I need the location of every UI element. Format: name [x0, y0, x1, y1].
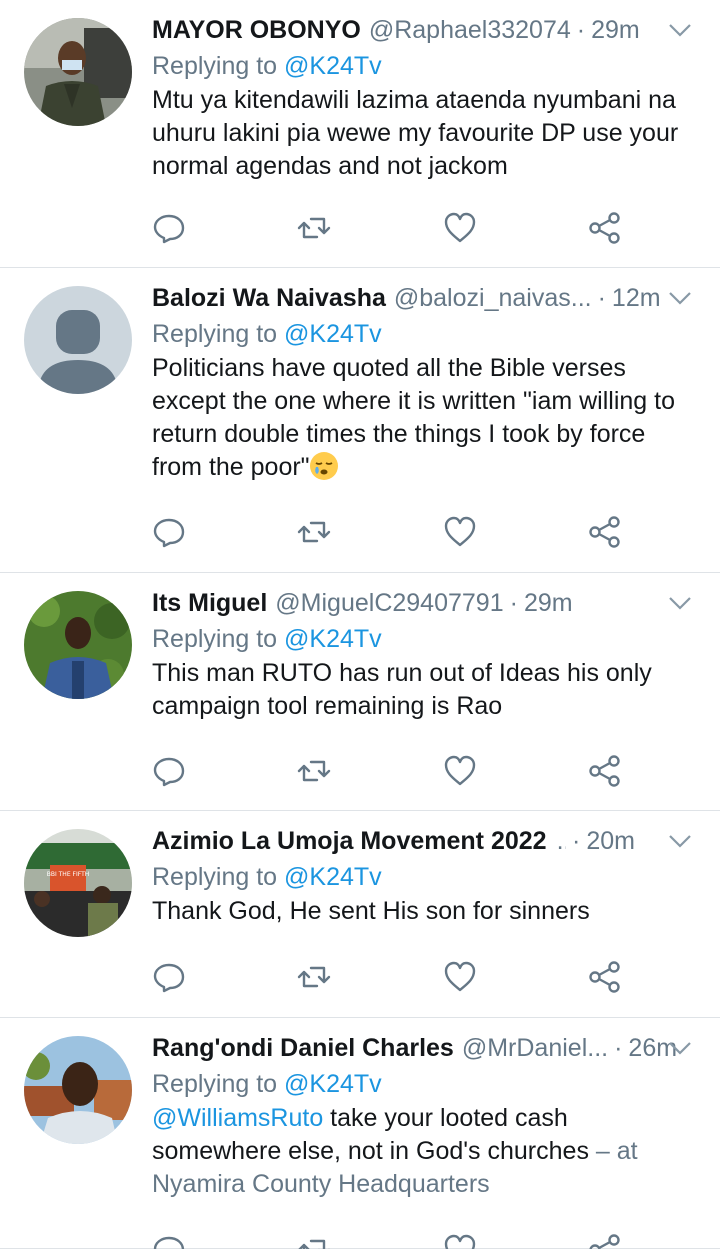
- author-name[interactable]: MAYOR OBONYO: [152, 14, 361, 46]
- replying-label: Replying to: [152, 863, 278, 891]
- replying-mention-link[interactable]: @K24Tv: [284, 863, 382, 891]
- sleepy-face-emoji: [309, 452, 338, 480]
- author-name[interactable]: Azimio La Umoja Movement 2022: [152, 825, 547, 857]
- separator: ·: [576, 16, 586, 44]
- timestamp[interactable]: 20m: [586, 825, 635, 857]
- tweet[interactable]: MAYOR OBONYO @Raphael332074 · 29m Replyi…: [0, 0, 720, 268]
- reply-icon[interactable]: [152, 211, 186, 245]
- author-name[interactable]: Balozi Wa Naivasha: [152, 282, 386, 314]
- timestamp[interactable]: 12m: [612, 282, 661, 314]
- author-name[interactable]: Rang'ondi Daniel Charles: [152, 1032, 454, 1064]
- author-handle[interactable]: @Raphael332074: [369, 14, 571, 46]
- tweet-actions: [152, 751, 622, 791]
- reply-icon[interactable]: [152, 960, 186, 994]
- reply-icon[interactable]: [152, 754, 186, 788]
- replying-mention-link[interactable]: @K24Tv: [284, 52, 382, 80]
- avatar-default[interactable]: [24, 286, 132, 394]
- separator: ·: [614, 1034, 623, 1062]
- replying-to: Replying to @K24Tv: [152, 623, 697, 656]
- replying-to: Replying to @K24Tv: [152, 861, 697, 894]
- like-icon[interactable]: [443, 1233, 477, 1249]
- timestamp[interactable]: 29m: [524, 587, 573, 619]
- reply-icon[interactable]: [152, 515, 186, 549]
- retweet-icon[interactable]: [297, 960, 331, 994]
- share-icon[interactable]: [588, 754, 622, 788]
- replying-label: Replying to: [152, 320, 278, 348]
- share-icon[interactable]: [588, 515, 622, 549]
- tweet[interactable]: Its Miguel @MiguelC29407791 · 29m Replyi…: [0, 573, 720, 811]
- avatar[interactable]: [24, 1036, 132, 1144]
- caret-down-icon[interactable]: [666, 16, 694, 44]
- share-icon[interactable]: [588, 1233, 622, 1249]
- author-handle[interactable]: @balozi_naivas...: [394, 282, 592, 314]
- timestamp[interactable]: 29m: [591, 14, 640, 46]
- tweet-text: Mtu ya kitendawili lazima ataenda nyumba…: [152, 86, 679, 180]
- author-handle[interactable]: @MrDaniel...: [462, 1032, 608, 1064]
- replying-label: Replying to: [152, 625, 278, 653]
- tweet-text: Thank God, He sent His son for sinners: [152, 897, 590, 925]
- replying-mention-link[interactable]: @K24Tv: [284, 625, 382, 653]
- retweet-icon[interactable]: [297, 754, 331, 788]
- caret-down-icon[interactable]: [666, 827, 694, 855]
- tweet[interactable]: BBI THE FIFTH Azimio La Umoja Movement 2…: [0, 811, 720, 1018]
- separator: ·: [572, 827, 581, 855]
- like-icon[interactable]: [443, 515, 477, 549]
- tweet-text: @WilliamsRuto take your looted cash some…: [152, 1102, 697, 1201]
- tweet-actions: [152, 1230, 622, 1249]
- tweet-actions: [152, 208, 622, 248]
- mention-link[interactable]: @WilliamsRuto: [152, 1104, 323, 1132]
- caret-down-icon[interactable]: [666, 1034, 694, 1062]
- like-icon[interactable]: [443, 960, 477, 994]
- author-handle-truncated[interactable]: ...: [557, 825, 566, 857]
- replying-to: Replying to @K24Tv: [152, 318, 697, 351]
- replying-mention-link[interactable]: @K24Tv: [284, 1070, 382, 1098]
- tweet-feed: MAYOR OBONYO @Raphael332074 · 29m Replyi…: [0, 0, 720, 1249]
- tweet-actions: [152, 512, 622, 552]
- avatar-sign-text: BBI THE FIFTH: [47, 871, 90, 878]
- tweet[interactable]: Rang'ondi Daniel Charles @MrDaniel... · …: [0, 1018, 720, 1249]
- separator: ·: [509, 589, 518, 617]
- replying-to: Replying to @K24Tv: [152, 50, 697, 83]
- like-icon[interactable]: [443, 211, 477, 245]
- retweet-icon[interactable]: [297, 515, 331, 549]
- avatar[interactable]: [24, 18, 132, 126]
- replying-to: Replying to @K24Tv: [152, 1068, 697, 1101]
- replying-label: Replying to: [152, 1070, 278, 1098]
- share-icon[interactable]: [588, 960, 622, 994]
- avatar[interactable]: BBI THE FIFTH: [24, 829, 132, 937]
- caret-down-icon[interactable]: [666, 284, 694, 312]
- share-icon[interactable]: [588, 211, 622, 245]
- like-icon[interactable]: [443, 754, 477, 788]
- tweet-text: Politicians have quoted all the Bible ve…: [152, 352, 697, 484]
- caret-down-icon[interactable]: [666, 589, 694, 617]
- avatar[interactable]: [24, 591, 132, 699]
- reply-icon[interactable]: [152, 1233, 186, 1249]
- replying-label: Replying to: [152, 52, 278, 80]
- retweet-icon[interactable]: [297, 1233, 331, 1249]
- retweet-icon[interactable]: [297, 211, 331, 245]
- tweet[interactable]: Balozi Wa Naivasha @balozi_naivas... · 1…: [0, 268, 720, 573]
- tweet-text-body: Politicians have quoted all the Bible ve…: [152, 354, 675, 481]
- author-handle[interactable]: @MiguelC29407791: [275, 587, 503, 619]
- tweet-text: This man RUTO has run out of Ideas his o…: [152, 659, 652, 720]
- replying-mention-link[interactable]: @K24Tv: [284, 320, 382, 348]
- separator: ·: [597, 284, 606, 312]
- tweet-actions: [152, 957, 622, 997]
- author-name[interactable]: Its Miguel: [152, 587, 267, 619]
